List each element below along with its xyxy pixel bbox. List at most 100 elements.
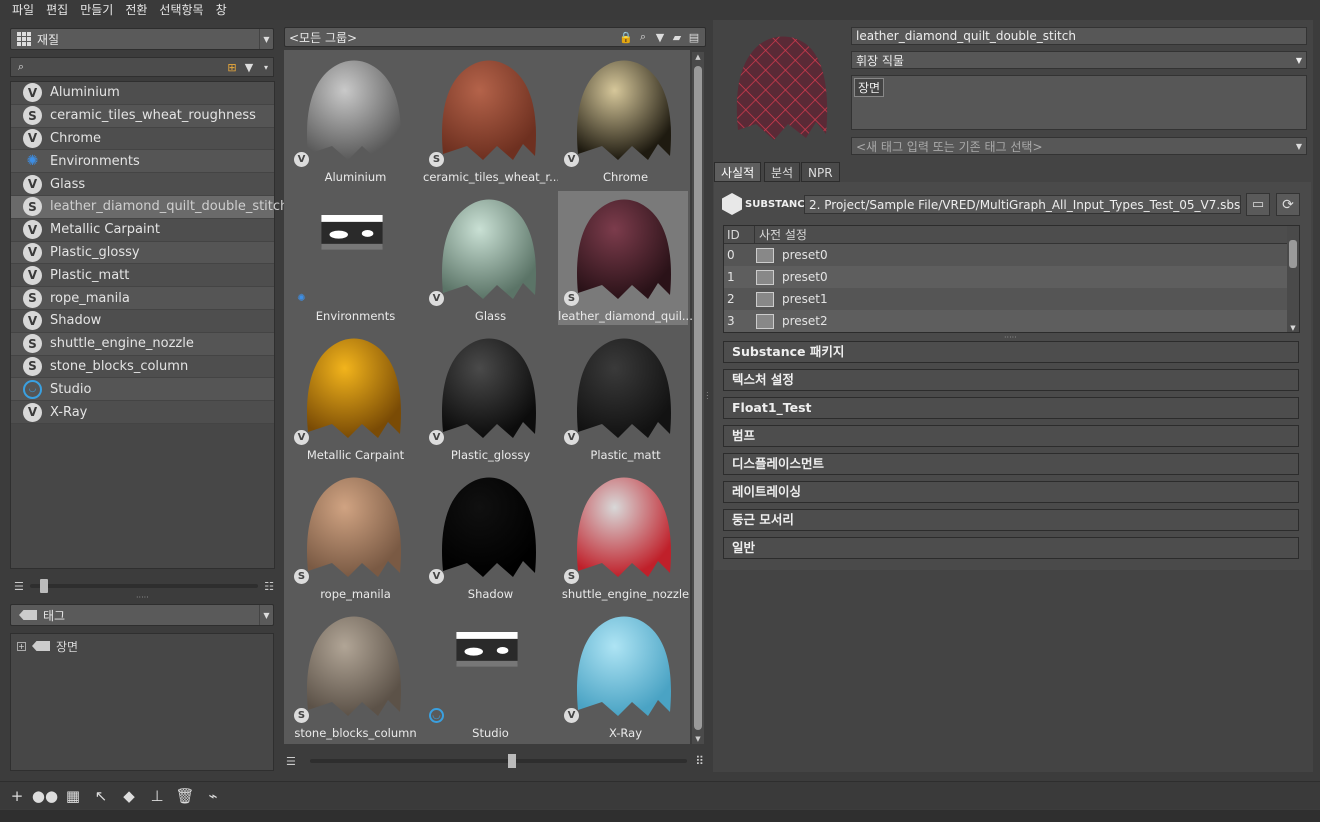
material-list-item[interactable]: V Shadow	[11, 309, 274, 333]
scroll-up-icon[interactable]: ▲	[692, 52, 704, 62]
material-thumbnail[interactable]: Sleather_diamond_quil...	[558, 191, 693, 325]
preset-row[interactable]: 1 preset0	[724, 266, 1287, 288]
lock-icon[interactable]: 🔒	[619, 30, 633, 44]
thumbnail-size-slider[interactable]	[309, 754, 688, 768]
tag-combo[interactable]: 태그 ▼	[10, 604, 274, 626]
grid-view-icon[interactable]: ⠿	[695, 754, 704, 768]
material-thumbnail[interactable]: Sshuttle_engine_nozzle	[558, 469, 689, 603]
material-list-item[interactable]: V Plastic_glossy	[11, 241, 274, 265]
material-list-item[interactable]: ✺ Environments	[11, 150, 274, 174]
chevron-down-icon[interactable]: ▼	[1296, 56, 1302, 65]
tree-filter-icon[interactable]: ⊞	[225, 60, 239, 74]
folder-open-icon[interactable]: ▭	[1246, 193, 1270, 216]
menu-selection[interactable]: 선택항목	[153, 0, 209, 20]
material-type-combo[interactable]: 재질 ▼	[10, 28, 274, 50]
tab-analysis[interactable]: 분석	[764, 162, 801, 182]
property-section-header[interactable]: Float1_Test	[723, 397, 1299, 419]
scroll-thumb[interactable]	[1289, 240, 1297, 268]
search-icon[interactable]: ⌕	[636, 30, 650, 44]
menu-edit[interactable]: 편집	[40, 0, 74, 20]
menu-convert[interactable]: 전환	[119, 0, 153, 20]
property-section-header[interactable]: 일반	[723, 537, 1299, 559]
scroll-down-icon[interactable]: ▼	[692, 734, 704, 744]
material-list-item[interactable]: Sleather_diamond_quilt_double_stitch	[11, 195, 288, 219]
group-filter-combo[interactable]: <모든 그룹> 🔒 ⌕ ▼ ▰ ▤	[284, 27, 706, 47]
brush-icon[interactable]: ⊥	[146, 785, 168, 807]
add-icon[interactable]: +	[6, 785, 28, 807]
material-thumbnail[interactable]: ✺ Environments	[288, 191, 418, 325]
scroll-thumb[interactable]	[694, 66, 702, 730]
filter-dropdown-icon[interactable]: ▾	[259, 60, 273, 74]
preset-row[interactable]: 3 preset2	[724, 310, 1287, 332]
list-view-icon[interactable]: ☰	[286, 755, 296, 768]
tag-input[interactable]: <새 태그 입력 또는 기존 태그 선택> ▼	[851, 137, 1307, 155]
material-list-item[interactable]: V X-Ray	[11, 401, 274, 424]
material-thumbnail[interactable]: V Shadow	[423, 469, 553, 603]
material-list-item[interactable]: V Chrome	[11, 127, 274, 151]
material-thumbnail[interactable]: V Metallic Carpaint	[288, 330, 418, 464]
material-thumbnail[interactable]: ◡ Studio	[423, 608, 553, 742]
tag-area[interactable]: 장면	[851, 75, 1307, 130]
tag-tree-row[interactable]: + 장면	[11, 634, 273, 658]
expand-icon[interactable]: +	[17, 641, 26, 651]
material-thumbnail[interactable]: Sceramic_tiles_wheat_r...	[423, 52, 558, 186]
menu-file[interactable]: 파일	[6, 0, 40, 20]
tag-filter-icon[interactable]: ▰	[670, 30, 684, 44]
property-section-header[interactable]: Substance 패키지	[723, 341, 1299, 363]
material-thumbnail[interactable]: V Plastic_glossy	[423, 330, 553, 464]
material-list-item[interactable]: V Aluminium	[11, 82, 274, 105]
property-section-header[interactable]: 디스플레이스먼트	[723, 453, 1299, 475]
material-search-input[interactable]	[28, 58, 222, 76]
material-thumbnail[interactable]: V Plastic_matt	[558, 330, 688, 464]
material-thumbnail[interactable]: V X-Ray	[558, 608, 688, 742]
slider-handle[interactable]	[39, 579, 48, 593]
select-grid-icon[interactable]: ▦	[62, 785, 84, 807]
refresh-icon[interactable]: ⟳	[1276, 193, 1300, 216]
material-thumbnail[interactable]: V Aluminium	[288, 52, 418, 186]
tab-npr[interactable]: NPR	[801, 162, 840, 182]
detail-view-icon[interactable]: ☷	[264, 580, 274, 593]
slider-handle[interactable]	[507, 754, 516, 768]
grid-scrollbar[interactable]: ▲ ▼	[692, 52, 704, 744]
scroll-down-icon[interactable]: ▼	[1287, 324, 1299, 332]
material-list-item[interactable]: V Metallic Carpaint	[11, 218, 274, 242]
list-view-icon[interactable]: ☰	[14, 580, 24, 593]
chevron-down-icon[interactable]: ▼	[1296, 142, 1302, 151]
material-list-item[interactable]: Sstone_blocks_column	[11, 355, 274, 379]
material-thumbnail[interactable]: V Glass	[423, 191, 553, 325]
preset-scrollbar[interactable]: ▼	[1287, 226, 1299, 332]
material-name-field[interactable]: leather_diamond_quilt_double_stitch	[851, 27, 1307, 45]
property-section-header[interactable]: 레이트레이싱	[723, 481, 1299, 503]
graph-icon[interactable]: ⌁	[202, 785, 224, 807]
splitter-handle[interactable]: ::	[706, 390, 712, 406]
splitter-handle[interactable]: ·····	[136, 594, 156, 602]
material-list-item[interactable]: ◡ Studio	[11, 378, 274, 402]
material-type-select[interactable]: 휘장 직물 ▼	[851, 51, 1307, 69]
tab-realistic[interactable]: 사실적	[714, 162, 762, 182]
substance-path-field[interactable]: 2. Project/Sample File/VRED/MultiGraph_A…	[804, 195, 1241, 214]
material-list-item[interactable]: Sceramic_tiles_wheat_roughness	[11, 104, 274, 128]
preset-row[interactable]: 0 preset0	[724, 244, 1287, 266]
table-header-id[interactable]: ID	[724, 228, 754, 242]
chevron-down-icon[interactable]: ▼	[259, 605, 273, 625]
property-section-header[interactable]: 범프	[723, 425, 1299, 447]
table-header-preset[interactable]: 사전 설정	[754, 226, 807, 243]
menu-window[interactable]: 창	[210, 0, 233, 20]
preset-row[interactable]: 2 preset1	[724, 288, 1287, 310]
material-list-item[interactable]: V Glass	[11, 173, 274, 196]
filter-icon[interactable]: ▼	[653, 30, 667, 44]
tag-chip[interactable]: 장면	[854, 78, 885, 97]
delete-icon[interactable]: 🗑	[174, 785, 196, 807]
material-thumbnail[interactable]: Sstone_blocks_column	[288, 608, 418, 742]
list-size-slider[interactable]	[29, 579, 259, 593]
material-list-item[interactable]: Srope_manila	[11, 287, 274, 310]
tag-list-icon[interactable]: ▤	[687, 30, 701, 44]
paint-bucket-icon[interactable]: ◆	[118, 785, 140, 807]
material-list-item[interactable]: Sshuttle_engine_nozzle	[11, 332, 274, 356]
cursor-icon[interactable]: ↖	[90, 785, 112, 807]
property-section-header[interactable]: 텍스처 설정	[723, 369, 1299, 391]
material-thumbnail[interactable]: V Chrome	[558, 52, 688, 186]
chevron-down-icon[interactable]: ▼	[259, 29, 273, 49]
material-thumbnail[interactable]: Srope_manila	[288, 469, 418, 603]
material-list-item[interactable]: V Plastic_matt	[11, 264, 274, 288]
